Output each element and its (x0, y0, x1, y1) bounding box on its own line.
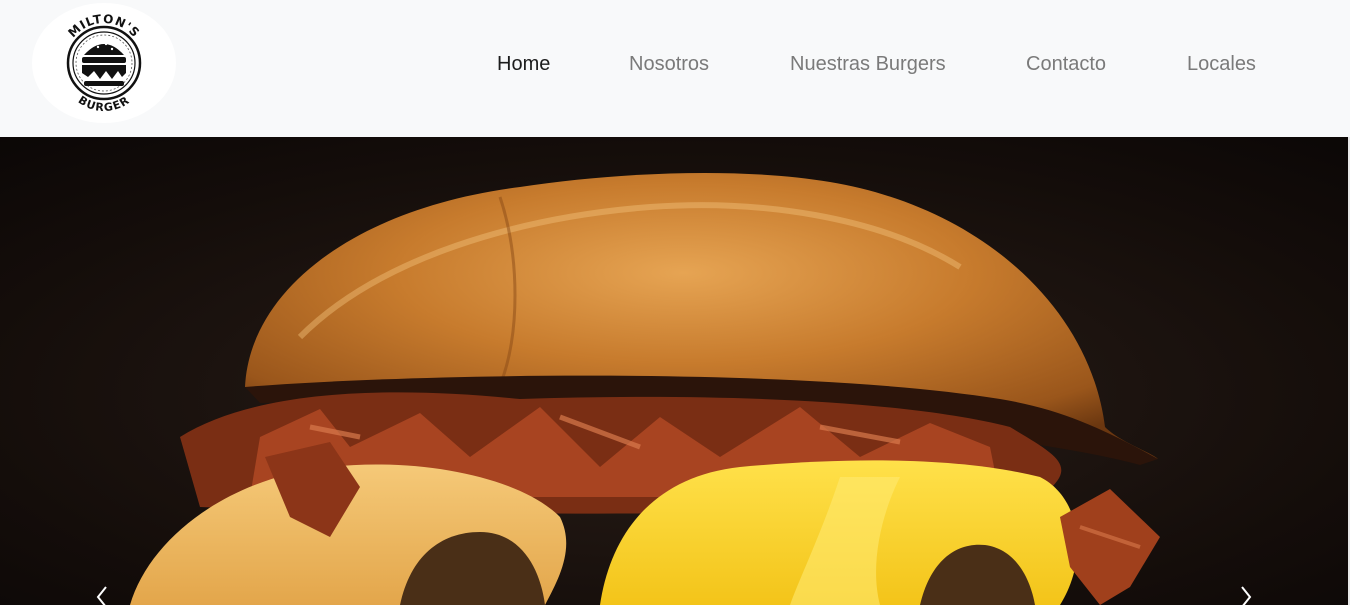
nav-item-locales[interactable]: Locales (1187, 50, 1256, 78)
nav-item-nosotros[interactable]: Nosotros (629, 50, 709, 78)
navbar: MILTON'S BURGER Home Nosotros Nuestras B… (0, 0, 1350, 137)
nav-item-home[interactable]: Home (497, 50, 550, 78)
nav-item-contacto[interactable]: Contacto (1026, 50, 1106, 78)
chevron-right-icon (1241, 586, 1252, 605)
carousel-slide-image (0, 137, 1350, 605)
svg-text:BURGER: BURGER (76, 93, 132, 114)
nav-item-nuestras-burgers[interactable]: Nuestras Burgers (790, 50, 946, 78)
carousel-next-button[interactable] (1218, 577, 1278, 605)
chevron-left-icon (96, 586, 107, 605)
carousel-prev-button[interactable] (70, 577, 130, 605)
hero-carousel (0, 137, 1350, 605)
main-nav: Home Nosotros Nuestras Burgers Contacto … (0, 50, 1350, 78)
